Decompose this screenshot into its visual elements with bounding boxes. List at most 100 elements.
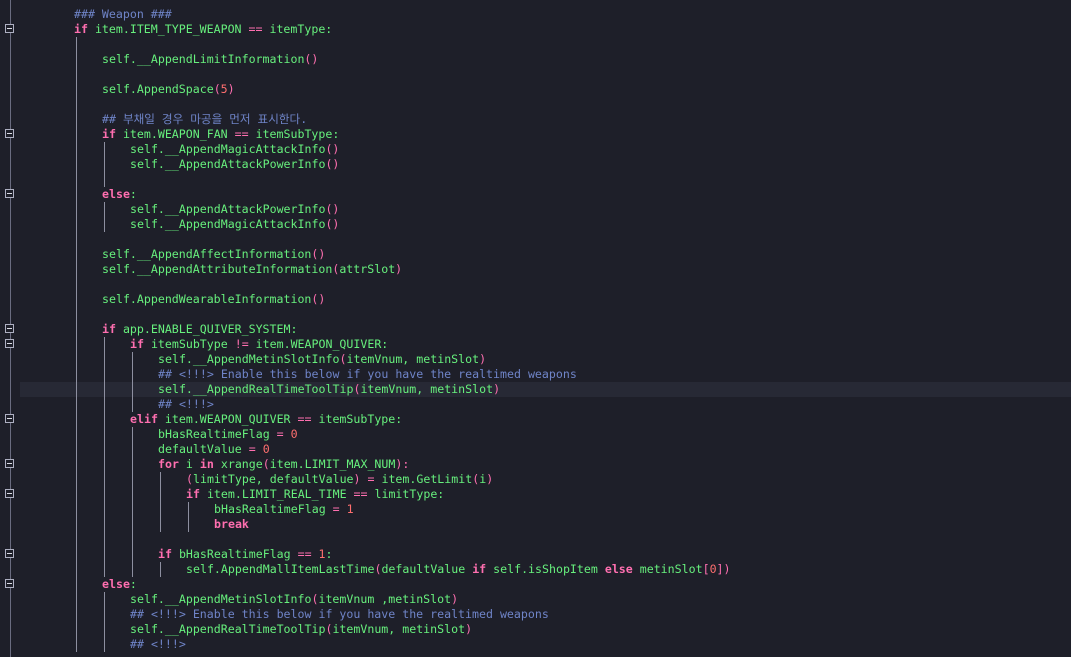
code-line[interactable]: self.AppendMallItemLastTime(defaultValue…	[0, 562, 1071, 577]
code-line[interactable]: defaultValue = 0	[0, 442, 1071, 457]
code-text: ## <!!!>	[130, 637, 186, 652]
indent-guide	[104, 172, 105, 187]
code-token: item.GetLimit	[381, 472, 473, 486]
fold-toggle-icon[interactable]	[5, 129, 14, 138]
code-line[interactable]: if app.ENABLE_QUIVER_SYSTEM:	[0, 322, 1071, 337]
code-editor[interactable]: ### Weapon ### if item.ITEM_TYPE_WEAPON =…	[0, 0, 1071, 657]
code-line[interactable]: self.__AppendMetinSlotInfo(itemVnum ,met…	[0, 592, 1071, 607]
code-line[interactable]: bHasRealtimeFlag = 1	[0, 502, 1071, 517]
code-line[interactable]	[0, 172, 1071, 187]
indent-guide	[76, 292, 77, 307]
code-line[interactable]: self.AppendSpace(5)	[0, 82, 1071, 97]
code-token: ()	[325, 202, 340, 216]
code-text: else:	[102, 187, 137, 202]
code-line[interactable]: break	[0, 517, 1071, 532]
fold-toggle-icon[interactable]	[5, 489, 14, 498]
indent-guide	[104, 607, 105, 622]
code-text: self.__AppendRealTimeToolTip(itemVnum, m…	[158, 382, 500, 397]
code-line[interactable]: self.__AppendMagicAttackInfo()	[0, 217, 1071, 232]
code-text: self.__AppendLimitInformation()	[102, 52, 318, 67]
indent-guide	[104, 487, 105, 502]
indent-guide	[76, 487, 77, 502]
code-line[interactable]: ## <!!!> Enable this below if you have t…	[0, 367, 1071, 382]
code-line[interactable]: self.__AppendAttributeInformation(attrSl…	[0, 262, 1071, 277]
code-token: if	[130, 337, 144, 351]
indent-guide	[132, 457, 133, 472]
indent-guide	[160, 472, 161, 487]
code-line[interactable]: self.__AppendMagicAttackInfo()	[0, 142, 1071, 157]
code-token: else	[604, 562, 633, 576]
code-line[interactable]: elif item.WEAPON_QUIVER == itemSubType:	[0, 412, 1071, 427]
code-line[interactable]: ## <!!!>	[0, 397, 1071, 412]
indent-guide	[132, 382, 133, 397]
code-line[interactable]: self.__AppendAttackPowerInfo()	[0, 202, 1071, 217]
indent-guide	[104, 397, 105, 412]
code-token: self.__AppendMagicAttackInfo	[130, 217, 326, 231]
indent-guide	[132, 517, 133, 532]
indent-guide	[76, 427, 77, 442]
code-line[interactable]	[0, 97, 1071, 112]
code-token: ])	[716, 562, 731, 576]
code-token: if	[472, 562, 487, 576]
code-token: ### Weapon ###	[74, 7, 172, 21]
code-token: self.AppendWearableInformation	[102, 292, 312, 306]
code-token: if	[74, 22, 88, 36]
indent-guide	[104, 337, 105, 352]
code-line[interactable]: ## 부채일 경우 마공을 먼저 표시한다.	[0, 112, 1071, 127]
code-text: ### Weapon ###	[74, 7, 172, 22]
code-line[interactable]: self.__AppendMetinSlotInfo(itemVnum, met…	[0, 352, 1071, 367]
code-token: )	[227, 82, 235, 96]
code-line[interactable]: ## <!!!>	[0, 637, 1071, 652]
fold-toggle-icon[interactable]	[5, 24, 14, 33]
code-line[interactable]: self.__AppendLimitInformation()	[0, 52, 1071, 67]
code-line[interactable]: self.AppendWearableInformation()	[0, 292, 1071, 307]
code-line[interactable]	[0, 37, 1071, 52]
indent-guide	[76, 232, 77, 247]
indent-guide	[104, 142, 105, 157]
code-line[interactable]: self.__AppendAttackPowerInfo()	[0, 157, 1071, 172]
fold-toggle-icon[interactable]	[5, 339, 14, 348]
code-line[interactable]: self.__AppendAffectInformation()	[0, 247, 1071, 262]
code-text: self.AppendSpace(5)	[102, 82, 235, 97]
code-line[interactable]	[0, 307, 1071, 322]
fold-toggle-icon[interactable]	[5, 549, 14, 558]
code-line[interactable]: if bHasRealtimeFlag == 1:	[0, 547, 1071, 562]
fold-toggle-icon[interactable]	[5, 189, 14, 198]
code-line[interactable]: self.__AppendRealTimeToolTip(itemVnum, m…	[20, 382, 1071, 397]
code-line[interactable]	[0, 67, 1071, 82]
fold-toggle-icon[interactable]	[5, 579, 14, 588]
code-token: for	[158, 457, 179, 471]
code-line[interactable]: ## <!!!> Enable this below if you have t…	[0, 607, 1071, 622]
code-token: :	[129, 577, 137, 591]
code-line[interactable]	[0, 232, 1071, 247]
indent-guide	[76, 562, 77, 577]
code-line[interactable]: self.__AppendRealTimeToolTip(itemVnum, m…	[0, 622, 1071, 637]
code-text: ## <!!!> Enable this below if you have t…	[158, 367, 577, 382]
fold-toggle-icon[interactable]	[5, 459, 14, 468]
code-token: item.LIMIT_REAL_TIME	[199, 487, 354, 501]
code-token: i	[178, 457, 200, 471]
code-token: ==	[248, 22, 263, 36]
code-line[interactable]	[0, 532, 1071, 547]
code-line[interactable]: if item.WEAPON_FAN == itemSubType:	[0, 127, 1071, 142]
code-token: )	[479, 352, 487, 366]
fold-toggle-icon[interactable]	[5, 324, 14, 333]
indent-guide	[104, 472, 105, 487]
code-line[interactable]: if item.ITEM_TYPE_WEAPON == itemType:	[0, 22, 1071, 37]
code-token: app.ENABLE_QUIVER_SYSTEM:	[115, 322, 298, 336]
indent-guide	[188, 517, 189, 532]
code-text: ## <!!!> Enable this below if you have t…	[130, 607, 549, 622]
indent-guide	[132, 442, 133, 457]
code-line[interactable]: bHasRealtimeFlag = 0	[0, 427, 1071, 442]
code-line[interactable]: if item.LIMIT_REAL_TIME == limitType:	[0, 487, 1071, 502]
code-line[interactable]: else:	[0, 187, 1071, 202]
code-line[interactable]: for i in xrange(item.LIMIT_MAX_NUM):	[0, 457, 1071, 472]
code-line[interactable]: (limitType, defaultValue) = item.GetLimi…	[0, 472, 1071, 487]
code-line[interactable]	[0, 277, 1071, 292]
code-line[interactable]: ### Weapon ###	[0, 7, 1071, 22]
code-line[interactable]: else:	[0, 577, 1071, 592]
code-line[interactable]: if itemSubType != item.WEAPON_QUIVER:	[0, 337, 1071, 352]
indent-guide	[76, 457, 77, 472]
fold-toggle-icon[interactable]	[5, 414, 14, 423]
code-text: self.AppendMallItemLastTime(defaultValue…	[186, 562, 731, 577]
